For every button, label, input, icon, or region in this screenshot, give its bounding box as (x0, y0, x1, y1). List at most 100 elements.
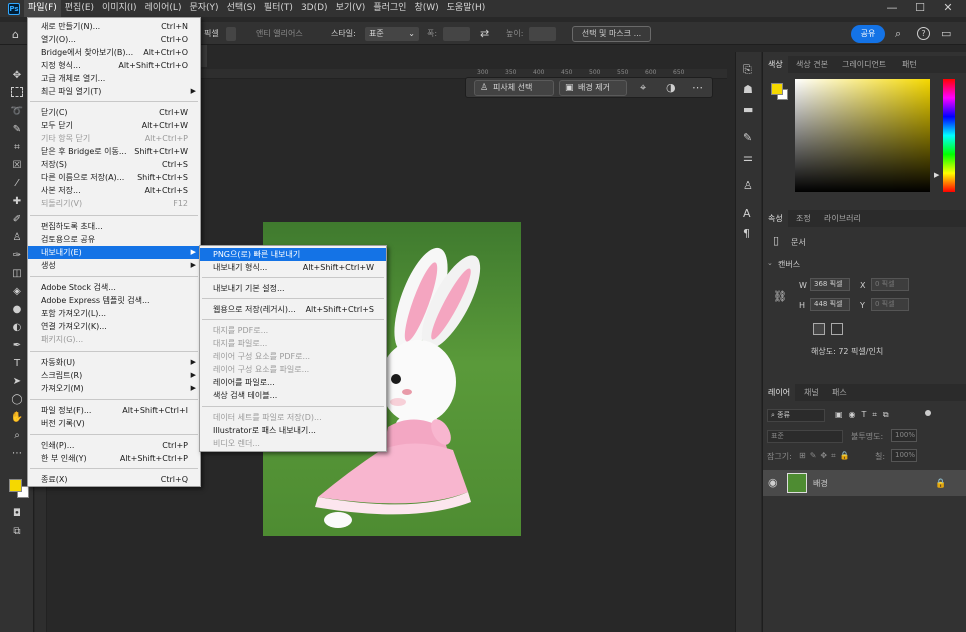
share-button[interactable]: 공유 (851, 25, 885, 43)
menu-item[interactable]: Bridge에서 찾아보기(B)... Alt+Ctrl+O (28, 46, 200, 59)
tab-libraries[interactable]: 라이브러리 (819, 210, 866, 227)
menu-help[interactable]: 도움말(H) (443, 0, 490, 17)
tab-gradients[interactable]: 그레이디언트 (837, 56, 891, 73)
menu-item[interactable]: 버전 기록(V) (28, 417, 200, 430)
menu-item[interactable]: 색상 검색 테이블... (200, 389, 386, 402)
link-icon[interactable]: ⛓ (773, 291, 787, 303)
menu-item[interactable]: 사본 저장... Alt+Ctrl+S (28, 184, 200, 197)
menu-item[interactable]: 모두 닫기 Alt+Ctrl+W (28, 119, 200, 132)
menu-item[interactable]: Adobe Stock 검색... (28, 281, 200, 294)
menu-item[interactable]: 열기(O)... Ctrl+O (28, 33, 200, 46)
menu-item[interactable]: 지정 형식... Alt+Shift+Ctrl+O (28, 59, 200, 72)
ellipse-tool-icon[interactable]: ◯ (8, 393, 26, 407)
menu-item[interactable]: 편집하도록 초대... (28, 220, 200, 233)
menu-item[interactable]: 닫기(C) Ctrl+W (28, 106, 200, 119)
menu-item[interactable]: 한 부 인쇄(Y) Alt+Shift+Ctrl+P (28, 452, 200, 465)
lasso-tool-icon[interactable]: ➰ (8, 105, 26, 119)
menu-item[interactable]: 최근 파일 열기(T) ▶ (28, 85, 200, 98)
menu-item-export[interactable]: 내보내기(E) ▶ (28, 246, 200, 259)
frame-tool-icon[interactable]: ☒ (8, 159, 26, 173)
visibility-eye-icon[interactable]: ◉ (768, 477, 778, 489)
tab-layers[interactable]: 레이어 (763, 384, 796, 401)
canvas-height-input[interactable]: 448 픽셀 (810, 298, 850, 311)
marquee-tool-icon[interactable] (11, 87, 23, 97)
canvas-x-input[interactable]: 0 픽셀 (871, 278, 909, 291)
paint-bucket-icon[interactable]: ◈ (8, 285, 26, 299)
foreground-swatch[interactable] (771, 83, 783, 95)
menu-view[interactable]: 보기(V) (332, 0, 370, 17)
menu-file[interactable]: 파일(F) (24, 0, 61, 17)
menu-item[interactable]: 파일 정보(F)... Alt+Shift+Ctrl+I (28, 404, 200, 417)
menu-item[interactable]: 다른 이름으로 저장(A)... Shift+Ctrl+S (28, 171, 200, 184)
menu-item[interactable]: 가져오기(M) ▶ (28, 382, 200, 395)
menu-item[interactable]: 스크립트(R) ▶ (28, 369, 200, 382)
tab-properties[interactable]: 속성 (763, 210, 788, 227)
width-input[interactable] (443, 27, 470, 41)
blur-tool-icon[interactable]: ● (8, 303, 26, 317)
comment-icon[interactable]: ▬ (743, 104, 753, 116)
menu-item[interactable]: Illustrator로 패스 내보내기... (200, 424, 386, 437)
minimize-button[interactable]: — (878, 0, 906, 17)
search-icon[interactable]: ⌕ (895, 28, 901, 40)
more-tools-icon[interactable]: ⋯ (8, 447, 26, 461)
menu-filter[interactable]: 필터(T) (260, 0, 297, 17)
help-icon[interactable]: ? (917, 27, 930, 40)
menu-item[interactable]: 자동화(U) ▶ (28, 356, 200, 369)
remove-background-button[interactable]: ▣ 배경 제거 (559, 80, 627, 96)
stamp-tool-icon[interactable]: ♙ (8, 231, 26, 245)
healing-tool-icon[interactable]: ✚ (8, 195, 26, 209)
menu-item[interactable]: 저장(S) Ctrl+S (28, 158, 200, 171)
hand-tool-icon[interactable]: ✋ (8, 411, 26, 425)
menu-edit[interactable]: 편집(E) (61, 0, 98, 17)
tab-paths[interactable]: 패스 (827, 384, 852, 401)
menu-item[interactable]: 인쇄(P)... Ctrl+P (28, 439, 200, 452)
history-brush-icon[interactable]: ✑ (8, 249, 26, 263)
landscape-orientation-icon[interactable] (831, 323, 843, 335)
menu-item[interactable]: 새로 만들기(N)... Ctrl+N (28, 20, 200, 33)
select-subject-button[interactable]: ♙ 피사체 선택 (474, 80, 554, 96)
menu-item[interactable]: 닫은 후 Bridge로 이동... Shift+Ctrl+W (28, 145, 200, 158)
crop-tool-icon[interactable]: ⌗ (8, 141, 26, 155)
stamp-source-icon[interactable]: ♙ (743, 180, 753, 192)
menu-item-quick-export-png[interactable]: PNG으(로) 빠른 내보내기 (200, 248, 386, 261)
eraser-tool-icon[interactable]: ◫ (8, 267, 26, 281)
opacity-input[interactable]: 100% (891, 429, 917, 442)
menu-3d[interactable]: 3D(D) (297, 0, 332, 17)
collapse-arrow-icon[interactable]: ⌄ (767, 259, 773, 267)
character-icon[interactable]: A (743, 208, 751, 220)
move-tool-icon[interactable]: ✥ (8, 69, 26, 83)
screen-mode-icon[interactable]: ⧉ (8, 525, 26, 539)
lock-icons[interactable]: ⊞✎✥⌗🔒 (799, 451, 854, 461)
canvas-y-input[interactable]: 0 픽셀 (871, 298, 909, 311)
menu-layer[interactable]: 레이어(L) (141, 0, 186, 17)
eyedropper-tool-icon[interactable]: ⁄ (8, 177, 26, 191)
portrait-orientation-icon[interactable] (813, 323, 825, 335)
hue-slider[interactable] (943, 79, 955, 192)
workspace-icon[interactable]: ▭ (941, 28, 951, 40)
style-select[interactable]: 표준 ⌄ (365, 27, 419, 41)
quick-select-tool-icon[interactable]: ✎ (8, 123, 26, 137)
brush-tool-icon[interactable]: ✐ (8, 213, 26, 227)
height-input[interactable] (529, 27, 556, 41)
menu-item[interactable]: 레이어를 파일로... (200, 376, 386, 389)
zoom-tool-icon[interactable]: ⌕ (8, 429, 26, 443)
adjust-icon[interactable]: ⚌ (743, 152, 753, 164)
menu-select[interactable]: 선택(S) (223, 0, 260, 17)
menu-item[interactable]: 검토용으로 공유 (28, 233, 200, 246)
adjustment-icon[interactable]: ◑ (666, 82, 676, 94)
layer-row[interactable]: ◉ 배경 🔒 (763, 470, 966, 496)
tab-channels[interactable]: 채널 (799, 384, 824, 401)
color-picker-field[interactable] (795, 79, 930, 192)
canvas-width-input[interactable]: 368 픽셀 (810, 278, 850, 291)
menu-item[interactable]: 연결 가져오기(K)... (28, 320, 200, 333)
select-and-mask-button[interactable]: 선택 및 마스크 ... (572, 26, 651, 42)
anti-alias-checkbox[interactable]: 앤티 앨리어스 (256, 28, 303, 39)
menu-item[interactable]: Adobe Express 템플릿 검색... (28, 294, 200, 307)
menu-item[interactable]: 포함 가져오기(L)... (28, 307, 200, 320)
swap-icon[interactable]: ⇄ (480, 28, 489, 40)
menu-item[interactable]: 내보내기 형식... Alt+Shift+Ctrl+W (200, 261, 386, 274)
layer-filter-icons[interactable]: ▣◉T⌗⧉ (835, 410, 895, 420)
more-options-icon[interactable]: ⋯ (692, 82, 703, 94)
menu-plugins[interactable]: 플러그인 (369, 0, 410, 17)
history-icon[interactable]: ⎘ (743, 64, 752, 76)
